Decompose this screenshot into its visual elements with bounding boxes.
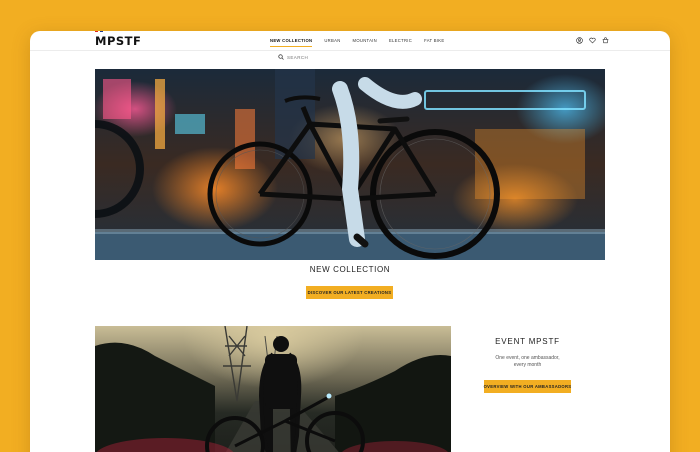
nav-item-fat-bike[interactable]: FAT BIKE bbox=[424, 38, 444, 47]
ambassadors-overview-button[interactable]: OVERVIEW WITH OUR AMBASSADORS bbox=[484, 380, 571, 393]
hero-image bbox=[95, 69, 605, 260]
heart-icon[interactable] bbox=[589, 37, 596, 44]
header-icons bbox=[576, 37, 609, 44]
search-bar bbox=[278, 54, 327, 60]
event-title: EVENT MPSTF bbox=[495, 337, 560, 346]
nav-item-electric[interactable]: ELECTRIC bbox=[389, 38, 412, 47]
search-icon[interactable] bbox=[278, 54, 284, 60]
site-header: MPSTF NEW COLLECTION URBAN MOUNTAIN ELEC… bbox=[30, 31, 670, 51]
hero-cyclist-illustration bbox=[95, 69, 605, 260]
event-description-line-2: every month bbox=[513, 362, 542, 368]
event-image bbox=[95, 326, 451, 452]
site-logo[interactable]: MPSTF bbox=[95, 34, 141, 48]
main-nav: NEW COLLECTION URBAN MOUNTAIN ELECTRIC F… bbox=[270, 38, 444, 47]
cart-icon[interactable] bbox=[602, 37, 609, 44]
nav-item-new-collection[interactable]: NEW COLLECTION bbox=[270, 38, 313, 47]
hero-title: NEW COLLECTION bbox=[309, 265, 391, 274]
nav-item-urban[interactable]: URBAN bbox=[324, 38, 340, 47]
logo-flag-icon bbox=[95, 31, 104, 32]
event-description: One event, one ambassador, every month bbox=[485, 355, 570, 369]
event-description-line-1: One event, one ambassador, bbox=[495, 355, 560, 361]
event-cyclist-illustration bbox=[95, 326, 451, 452]
discover-creations-button[interactable]: DISCOVER OUR LATEST CREATIONS bbox=[306, 286, 393, 299]
nav-item-mountain[interactable]: MOUNTAIN bbox=[353, 38, 377, 47]
search-input[interactable] bbox=[287, 54, 327, 60]
browser-window: MPSTF NEW COLLECTION URBAN MOUNTAIN ELEC… bbox=[30, 31, 670, 452]
user-icon[interactable] bbox=[576, 37, 583, 44]
